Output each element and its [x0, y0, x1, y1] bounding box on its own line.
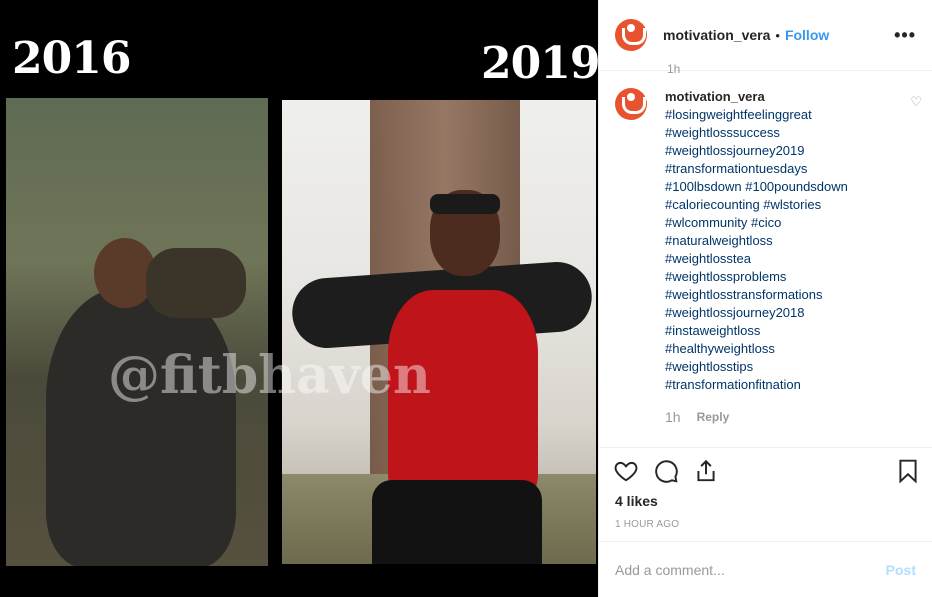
hashtag[interactable]: #weightlosssuccess: [665, 124, 848, 142]
comment-like-heart-icon[interactable]: ♡: [910, 94, 922, 110]
separator-dot: •: [775, 27, 780, 43]
bookmark-icon[interactable]: [895, 458, 923, 486]
hashtag[interactable]: #weightlosstea: [665, 250, 848, 268]
scrolled-time-stub: 1h: [667, 62, 681, 76]
year-label-after: 2019: [481, 38, 598, 89]
comment-meta: 1h Reply: [665, 409, 729, 425]
comment-username[interactable]: motivation_vera: [665, 88, 848, 106]
hashtag[interactable]: #wlcommunity #cico: [665, 214, 848, 232]
watermark: @fitbhaven: [108, 345, 431, 406]
hashtag[interactable]: #instaweightloss: [665, 322, 848, 340]
hashtag[interactable]: #healthyweightloss: [665, 340, 848, 358]
hashtag[interactable]: #weightlossjourney2018: [665, 304, 848, 322]
reply-button[interactable]: Reply: [697, 410, 730, 424]
add-comment-bar: Post: [599, 541, 932, 597]
post-button[interactable]: Post: [886, 562, 916, 578]
hashtag[interactable]: #weightlosstransformations: [665, 286, 848, 304]
before-photo: [6, 98, 268, 566]
before-figure: [46, 288, 236, 566]
after-figure-legs: [372, 480, 542, 564]
after-photo: [282, 100, 596, 564]
follow-button[interactable]: Follow: [785, 27, 829, 43]
hashtag[interactable]: #weightlosstips: [665, 358, 848, 376]
add-comment-input[interactable]: [615, 561, 886, 578]
comment-time: 1h: [665, 409, 681, 425]
action-bar: [599, 447, 932, 497]
year-label-before: 2016: [12, 33, 131, 84]
before-sandbag: [146, 248, 246, 318]
hashtag[interactable]: #naturalweightloss: [665, 232, 848, 250]
hashtag[interactable]: #transformationtuesdays: [665, 160, 848, 178]
likes-count[interactable]: 4 likes: [615, 493, 658, 509]
hashtag[interactable]: #losingweightfeelinggreat: [665, 106, 848, 124]
hashtag[interactable]: #weightlossproblems: [665, 268, 848, 286]
hashtag[interactable]: #caloriecounting #wlstories: [665, 196, 848, 214]
post-timestamp: 1 HOUR AGO: [615, 519, 680, 530]
hashtag[interactable]: #weightlossjourney2019: [665, 142, 848, 160]
avatar[interactable]: [615, 19, 647, 51]
hashtag[interactable]: #transformationfitnation: [665, 376, 848, 394]
heart-icon[interactable]: [613, 458, 641, 486]
after-headband: [430, 194, 500, 214]
post-image[interactable]: 2016 2019 @fitbhaven: [0, 0, 598, 597]
post-header: motivation_vera • Follow •••: [599, 0, 932, 71]
comment-avatar[interactable]: [615, 88, 647, 120]
comment-icon[interactable]: [653, 458, 681, 486]
more-options-icon[interactable]: •••: [894, 25, 916, 46]
hashtag[interactable]: #100lbsdown #100poundsdown: [665, 178, 848, 196]
caption-comment: motivation_vera #losingweightfeelinggrea…: [615, 88, 922, 394]
header-username[interactable]: motivation_vera: [663, 27, 770, 43]
comment-body: motivation_vera #losingweightfeelinggrea…: [665, 88, 848, 394]
share-icon[interactable]: [693, 458, 721, 486]
post-sidebar: motivation_vera • Follow ••• 1h motivati…: [598, 0, 932, 597]
